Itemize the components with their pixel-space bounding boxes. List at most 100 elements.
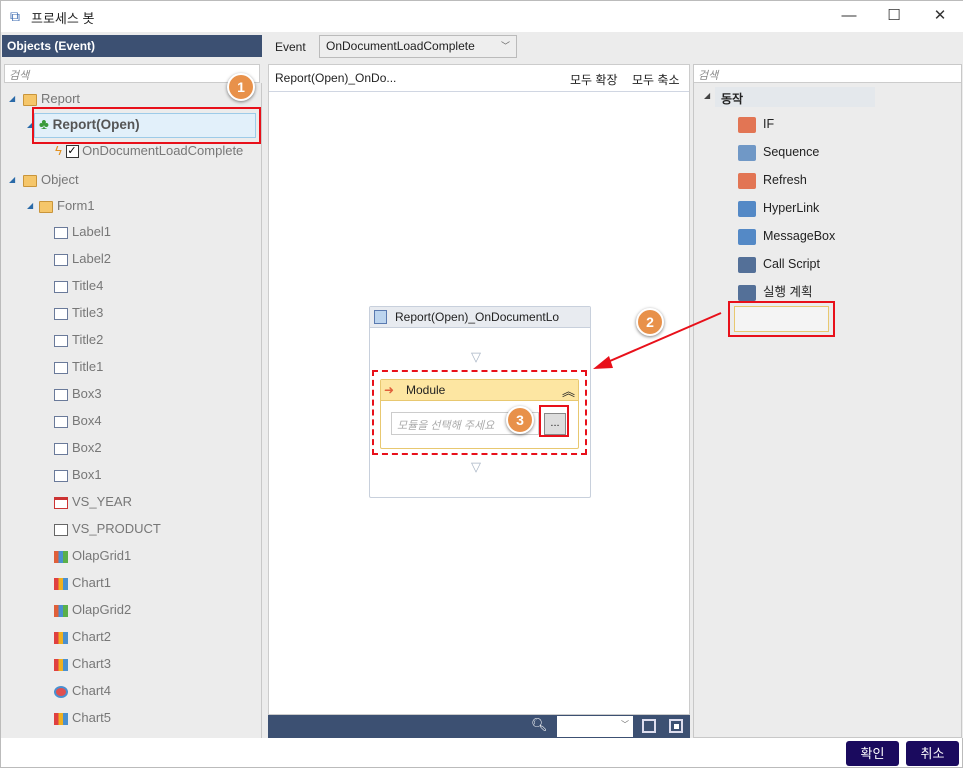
zoom-icon[interactable]: 🔍︎ bbox=[531, 717, 548, 733]
tree-node-form1[interactable]: ◢ Form1 bbox=[27, 195, 95, 217]
activity-item-call-script[interactable]: Call Script bbox=[738, 253, 820, 275]
label-icon bbox=[54, 226, 68, 239]
activity-label: HyperLink bbox=[763, 201, 820, 215]
label-icon bbox=[54, 253, 68, 266]
event-dropdown[interactable]: OnDocumentLoadComplete ﹀ bbox=[319, 35, 517, 58]
close-button[interactable]: ✕ bbox=[925, 5, 955, 27]
event-checkbox[interactable]: ✓ bbox=[65, 145, 79, 159]
tree-node-object[interactable]: ◢ Object bbox=[9, 169, 79, 191]
label-icon bbox=[54, 442, 68, 455]
browse-highlight bbox=[539, 405, 569, 437]
label-icon bbox=[54, 334, 68, 347]
objects-panel-header: Objects (Event) bbox=[2, 35, 262, 57]
module-item-highlight bbox=[728, 301, 835, 337]
label-icon bbox=[54, 307, 68, 320]
sequence-title: Report(Open)_OnDocumentLo bbox=[395, 310, 560, 324]
tree-node-olapgrid2[interactable]: OlapGrid2 bbox=[54, 599, 131, 621]
tree-node-box3[interactable]: Box3 bbox=[54, 383, 102, 405]
tree-node-title4[interactable]: Title4 bbox=[54, 275, 103, 297]
node-label: Title1 bbox=[72, 359, 104, 374]
tree-node-chart2[interactable]: Chart2 bbox=[54, 626, 111, 648]
minimize-button[interactable]: — bbox=[834, 5, 864, 27]
fit-to-screen-icon[interactable] bbox=[642, 719, 656, 733]
olapgrid-icon bbox=[54, 550, 68, 563]
activity-label: Sequence bbox=[763, 145, 820, 159]
sequence-icon bbox=[738, 144, 756, 161]
activity-label: IF bbox=[763, 117, 775, 131]
ok-button[interactable]: 확인 bbox=[846, 741, 899, 766]
cancel-button[interactable]: 취소 bbox=[906, 741, 959, 766]
activity-item-실행-계획[interactable]: 실행 계획 bbox=[738, 281, 812, 303]
activity-item-hyperlink[interactable]: HyperLink bbox=[738, 197, 819, 219]
node-label: Box4 bbox=[72, 413, 102, 428]
tree-node-box1[interactable]: Box1 bbox=[54, 464, 102, 486]
tree-node-label2[interactable]: Label2 bbox=[54, 248, 111, 270]
activity-label: Refresh bbox=[763, 173, 807, 187]
node-label: Object bbox=[41, 172, 79, 187]
refresh-icon bbox=[738, 172, 756, 189]
expand-all-link[interactable]: 모두 확장 bbox=[570, 71, 618, 88]
chart-icon bbox=[54, 577, 68, 590]
activity-item-sequence[interactable]: Sequence bbox=[738, 141, 819, 163]
collapse-all-link[interactable]: 모두 축소 bbox=[632, 71, 680, 88]
node-label: Box1 bbox=[72, 467, 102, 482]
chart-icon bbox=[54, 658, 68, 671]
tree-node-vs_product[interactable]: VS_PRODUCT bbox=[54, 518, 161, 540]
chevron-down-icon: ﹀ bbox=[500, 41, 510, 51]
shuffle-icon bbox=[738, 116, 756, 133]
tree-node-title3[interactable]: Title3 bbox=[54, 302, 103, 324]
report-open-highlight bbox=[32, 107, 261, 144]
activity-item-messagebox[interactable]: MessageBox bbox=[738, 225, 835, 247]
expand-arrow-icon[interactable]: ◢ bbox=[27, 195, 33, 217]
activity-label: 실행 계획 bbox=[763, 285, 813, 299]
tree-node-box4[interactable]: Box4 bbox=[54, 410, 102, 432]
chart-icon bbox=[54, 631, 68, 644]
node-label: VS_PRODUCT bbox=[72, 521, 161, 536]
tree-node-label1[interactable]: Label1 bbox=[54, 221, 111, 243]
tree-node-olapgrid1[interactable]: OlapGrid1 bbox=[54, 545, 131, 567]
node-label: Title2 bbox=[72, 332, 104, 347]
zoom-level-dropdown[interactable]: ﹀ bbox=[557, 716, 633, 737]
group-action[interactable]: 동작 bbox=[715, 87, 875, 107]
node-label: Label2 bbox=[72, 251, 112, 266]
tree-node-chart5[interactable]: Chart5 bbox=[54, 707, 111, 729]
expand-arrow-icon[interactable]: ◢ bbox=[704, 91, 710, 100]
activities-search-input[interactable]: 검색 bbox=[694, 65, 961, 83]
event-label: Event bbox=[275, 40, 306, 54]
objects-search-input[interactable]: 검색 bbox=[4, 64, 260, 83]
script-icon bbox=[738, 256, 756, 273]
node-label: Label1 bbox=[72, 224, 112, 239]
chart-round-icon bbox=[54, 685, 68, 698]
tree-node-chart4[interactable]: Chart4 bbox=[54, 680, 111, 702]
activity-item-if[interactable]: IF bbox=[738, 113, 774, 135]
node-label: Chart2 bbox=[72, 629, 112, 644]
label-icon bbox=[54, 415, 68, 428]
tree-node-title2[interactable]: Title2 bbox=[54, 329, 103, 351]
tree-node-title1[interactable]: Title1 bbox=[54, 356, 103, 378]
expand-arrow-icon[interactable]: ◢ bbox=[9, 88, 15, 110]
node-label: OlapGrid2 bbox=[72, 602, 132, 617]
tree-node-chart3[interactable]: Chart3 bbox=[54, 653, 111, 675]
chat-icon bbox=[738, 228, 756, 245]
label-icon bbox=[54, 361, 68, 374]
actual-size-icon[interactable] bbox=[669, 719, 683, 733]
node-label: VS_YEAR bbox=[72, 494, 132, 509]
activities-panel: 검색 ◢ 동작 IF Sequence Refresh HyperLink Messag… bbox=[693, 64, 962, 738]
folder-icon bbox=[23, 93, 37, 106]
tree-node-box2[interactable]: Box2 bbox=[54, 437, 102, 459]
node-label: Chart4 bbox=[72, 683, 112, 698]
workflow-tab[interactable]: Report(Open)_OnDo... bbox=[275, 71, 396, 85]
step-badge-3: 3 bbox=[506, 406, 534, 434]
node-label: Form1 bbox=[57, 198, 95, 213]
folder-icon bbox=[39, 200, 53, 213]
tree-node-chart1[interactable]: Chart1 bbox=[54, 572, 111, 594]
node-label: Box2 bbox=[72, 440, 102, 455]
label-icon bbox=[54, 280, 68, 293]
tree-node-vs_year[interactable]: VS_YEAR bbox=[54, 491, 132, 513]
maximize-button[interactable]: ☐ bbox=[879, 5, 909, 27]
node-label: Report bbox=[41, 91, 81, 106]
chevron-down-icon: ﹀ bbox=[621, 720, 629, 729]
activity-item-refresh[interactable]: Refresh bbox=[738, 169, 807, 191]
expand-arrow-icon[interactable]: ◢ bbox=[9, 169, 15, 191]
node-label: Box3 bbox=[72, 386, 102, 401]
